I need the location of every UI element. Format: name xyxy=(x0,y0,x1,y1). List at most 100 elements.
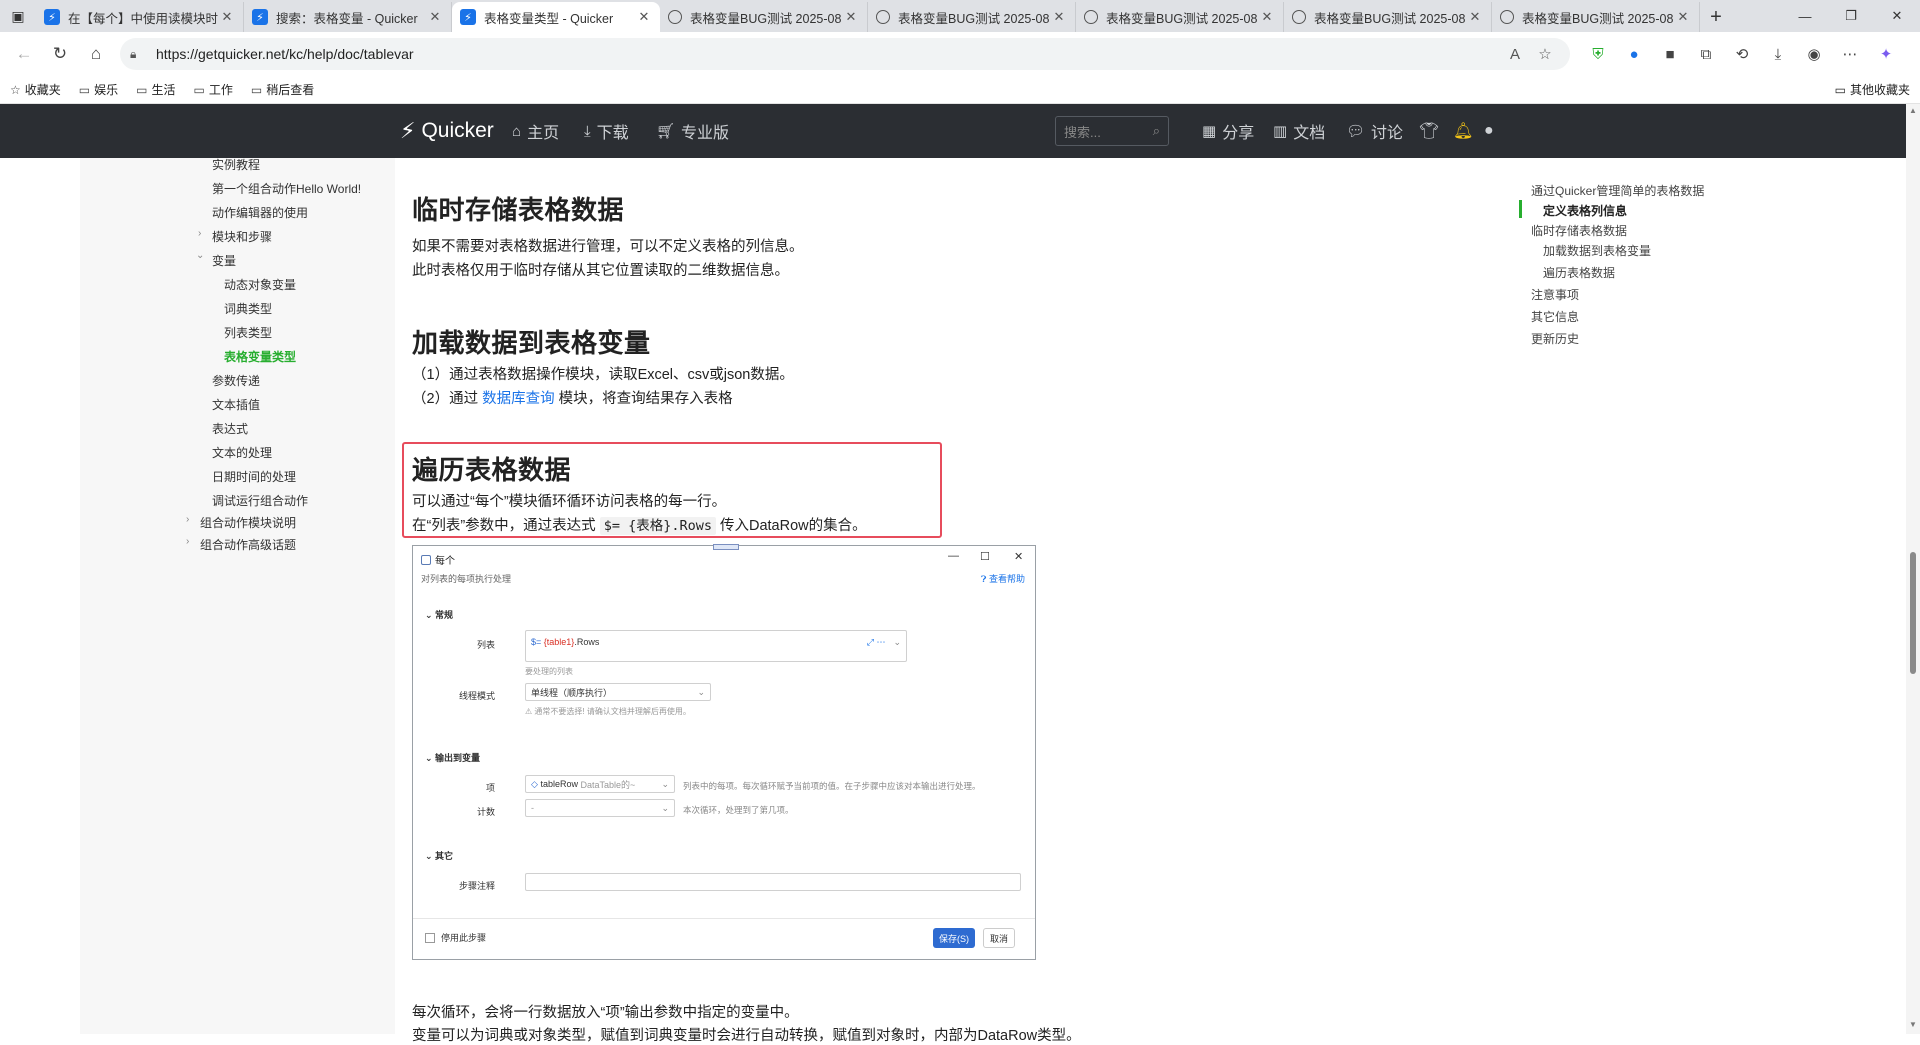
url-text[interactable]: https://getquicker.net/kc/help/doc/table… xyxy=(156,46,1500,62)
scroll-down-icon[interactable]: ▼ xyxy=(1909,1020,1917,1029)
sidebar-item-module-docs[interactable]: 组合动作模块说明 xyxy=(200,514,296,531)
paragraph: 可以通过“每个”模块循环循环访问表格的每一行。 xyxy=(412,494,727,510)
sidebar-item-debug[interactable]: 调试运行组合动作 xyxy=(212,492,308,509)
sidebar-item-text[interactable]: 文本的处理 xyxy=(212,444,272,461)
sidebar-item-datetime[interactable]: 日期时间的处理 xyxy=(212,468,296,485)
minimize-icon[interactable]: — xyxy=(1782,0,1828,32)
quicker-icon: ⚡ xyxy=(252,9,268,25)
browser-tab-1[interactable]: ⚡ 在【每个】中使用读模块时 ✕ xyxy=(36,2,244,32)
close-tab-icon[interactable]: ✕ xyxy=(1259,9,1275,25)
other-favorites[interactable]: ▭ 其他收藏夹 xyxy=(1835,81,1910,98)
favorites-folder-work[interactable]: ▭ 工作 xyxy=(194,81,233,98)
downloads-icon[interactable]: ⤓ xyxy=(1760,38,1796,70)
help-link: ❓︎ 查看帮助 xyxy=(981,572,1025,585)
close-tab-icon[interactable]: ✕ xyxy=(427,9,443,25)
toc-item[interactable]: 注意事项 xyxy=(1531,286,1579,303)
sidebar-item-list[interactable]: 列表类型 xyxy=(224,324,272,341)
site-logo[interactable]: ⚡ Quicker xyxy=(400,104,494,158)
search-icon[interactable]: ⌕ xyxy=(1153,123,1160,139)
scroll-up-icon[interactable]: ▲ xyxy=(1909,106,1917,115)
profile-avatar[interactable]: ◉ xyxy=(1796,38,1832,70)
database-query-link[interactable]: 数据库查询 xyxy=(482,391,555,407)
sidebar-item-dynamic-object[interactable]: 动态对象变量 xyxy=(224,276,296,293)
close-window-icon[interactable]: ✕ xyxy=(1874,0,1920,32)
close-tab-icon[interactable]: ✕ xyxy=(1051,9,1067,25)
back-icon[interactable]: ← xyxy=(6,38,42,70)
history-icon[interactable]: ⟲ xyxy=(1724,38,1760,70)
favorite-star-icon[interactable]: ☆ xyxy=(1530,45,1560,63)
chevron-right-icon[interactable]: › xyxy=(186,514,189,525)
sidebar-item-interpolation[interactable]: 文本插值 xyxy=(212,396,260,413)
close-tab-icon[interactable]: ✕ xyxy=(636,9,652,25)
scroll-thumb[interactable] xyxy=(1910,552,1916,674)
browser-tab-7[interactable]: 表格变量BUG测试 2025-08 ✕ xyxy=(1284,2,1492,32)
browser-tab-4[interactable]: 表格变量BUG测试 2025-08 ✕ xyxy=(660,2,868,32)
nav-pro[interactable]: 🛒︎ 专业版 xyxy=(656,104,729,158)
browser-tab-8[interactable]: 表格变量BUG测试 2025-08 ✕ xyxy=(1492,2,1700,32)
chevron-down-icon[interactable]: ⌄ xyxy=(196,250,204,261)
sidebar-item-params[interactable]: 参数传递 xyxy=(212,372,260,389)
sidebar-item-examples[interactable]: 实例教程 xyxy=(212,156,260,173)
comments-icon: 💬︎ xyxy=(1346,123,1366,140)
read-aloud-icon[interactable]: A xyxy=(1500,46,1530,63)
extension-blue-icon[interactable]: ● xyxy=(1616,38,1652,70)
favorites-folder-entertainment[interactable]: ▭ 娱乐 xyxy=(79,81,118,98)
extension-dark-icon[interactable]: ■ xyxy=(1652,38,1688,70)
browser-tab-2[interactable]: ⚡ 搜索：表格变量 - Quicker ✕ xyxy=(244,2,452,32)
new-tab-button[interactable]: + xyxy=(1700,2,1732,32)
favorites-item[interactable]: ☆ 收藏夹 xyxy=(10,81,61,98)
favorites-folder-later[interactable]: ▭ 稍后查看 xyxy=(251,81,314,98)
address-bar-row: ← ↻ ⌂ 🔒︎ https://getquicker.net/kc/help/… xyxy=(0,32,1920,76)
bell-icon[interactable]: 🔔︎ xyxy=(1453,104,1473,158)
lock-icon[interactable]: 🔒︎ xyxy=(130,47,150,62)
toc-item[interactable]: 通过Quicker管理简单的表格数据 xyxy=(1531,182,1704,199)
nav-download[interactable]: ⤓ 下载 xyxy=(584,104,629,158)
more-menu-icon[interactable]: ⋯ xyxy=(1832,38,1868,70)
refresh-icon[interactable]: ↻ xyxy=(42,38,78,70)
count-variable-select: - ⌄ xyxy=(525,799,675,817)
chevron-right-icon[interactable]: › xyxy=(198,228,201,239)
count-label: 计数 xyxy=(476,807,495,817)
sidebar-item-expressions[interactable]: 表达式 xyxy=(212,420,248,437)
toc-item[interactable]: 更新历史 xyxy=(1531,330,1579,347)
doc-sidebar: 实例教程 第一个组合动作Hello World! 动作编辑器的使用 › 模块和步… xyxy=(80,158,395,1034)
nav-docs[interactable]: ▥ 文档 xyxy=(1273,104,1325,158)
extensions-icon[interactable]: ⧉ xyxy=(1688,38,1724,70)
sidebar-item-dictionary[interactable]: 词典类型 xyxy=(224,300,272,317)
close-tab-icon[interactable]: ✕ xyxy=(1467,9,1483,25)
sidebar-item-table-variable[interactable]: 表格变量类型 xyxy=(224,348,296,365)
tab-actions-icon[interactable]: ▣ xyxy=(0,0,36,32)
shield-extension-icon[interactable]: ⛨ xyxy=(1580,38,1616,70)
folder-icon: ▭ xyxy=(250,82,263,97)
sidebar-item-advanced[interactable]: 组合动作高级话题 xyxy=(200,536,296,553)
nav-discuss[interactable]: 💬︎ 讨论 xyxy=(1346,104,1403,158)
home-icon: ⌂ xyxy=(512,122,522,140)
url-bar[interactable]: 🔒︎ https://getquicker.net/kc/help/doc/ta… xyxy=(120,38,1570,70)
close-tab-icon[interactable]: ✕ xyxy=(219,9,235,25)
toc-item[interactable]: 加载数据到表格变量 xyxy=(1543,242,1651,259)
page-scrollbar[interactable]: ▲ ▼ xyxy=(1906,104,1920,1034)
browser-tab-6[interactable]: 表格变量BUG测试 2025-08 ✕ xyxy=(1076,2,1284,32)
nav-home[interactable]: ⌂ 主页 xyxy=(512,104,559,158)
close-tab-icon[interactable]: ✕ xyxy=(843,9,859,25)
site-search-input[interactable]: 搜索... ⌕ xyxy=(1055,116,1169,146)
home-icon[interactable]: ⌂ xyxy=(78,38,114,70)
toc-item[interactable]: 临时存储表格数据 xyxy=(1531,222,1627,239)
toc-item[interactable]: 其它信息 xyxy=(1531,308,1579,325)
chevron-right-icon[interactable]: › xyxy=(186,536,189,547)
sidebar-item-modules[interactable]: 模块和步骤 xyxy=(212,228,272,245)
user-icon[interactable]: ● xyxy=(1484,104,1494,158)
restore-icon[interactable]: ❐ xyxy=(1828,0,1874,32)
toc-item-active[interactable]: 定义表格列信息 xyxy=(1543,202,1627,219)
sidebar-item-variables[interactable]: 变量 xyxy=(212,252,236,269)
favorites-folder-life[interactable]: ▭ 生活 xyxy=(136,81,175,98)
browser-tab-3[interactable]: ⚡ 表格变量类型 - Quicker ✕ xyxy=(452,2,660,32)
tshirt-icon[interactable]: 👕︎ xyxy=(1419,104,1439,158)
sidebar-item-editor[interactable]: 动作编辑器的使用 xyxy=(212,204,308,221)
sidebar-item-hello-world[interactable]: 第一个组合动作Hello World! xyxy=(212,180,361,197)
nav-share[interactable]: ▦ 分享 xyxy=(1202,104,1254,158)
close-tab-icon[interactable]: ✕ xyxy=(1675,9,1691,25)
browser-tab-5[interactable]: 表格变量BUG测试 2025-08 ✕ xyxy=(868,2,1076,32)
copilot-icon[interactable]: ✦ xyxy=(1868,38,1904,70)
toc-item[interactable]: 遍历表格数据 xyxy=(1543,264,1615,281)
